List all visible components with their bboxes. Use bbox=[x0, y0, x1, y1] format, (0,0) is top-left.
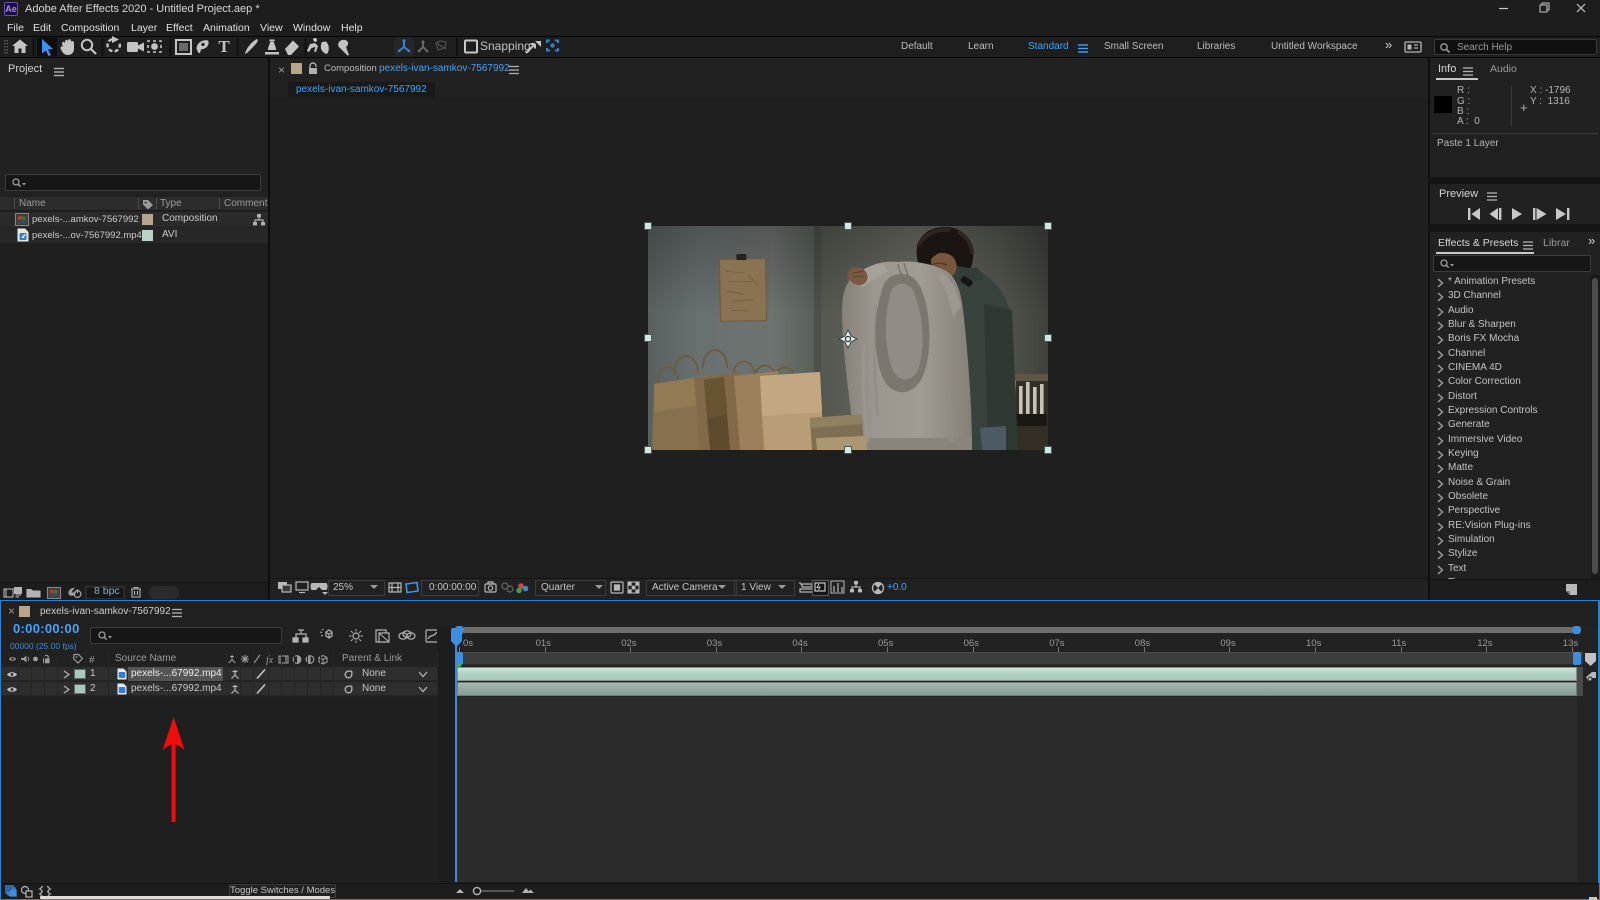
svg-text:T: T bbox=[218, 37, 230, 56]
svg-text:#: # bbox=[89, 655, 95, 666]
